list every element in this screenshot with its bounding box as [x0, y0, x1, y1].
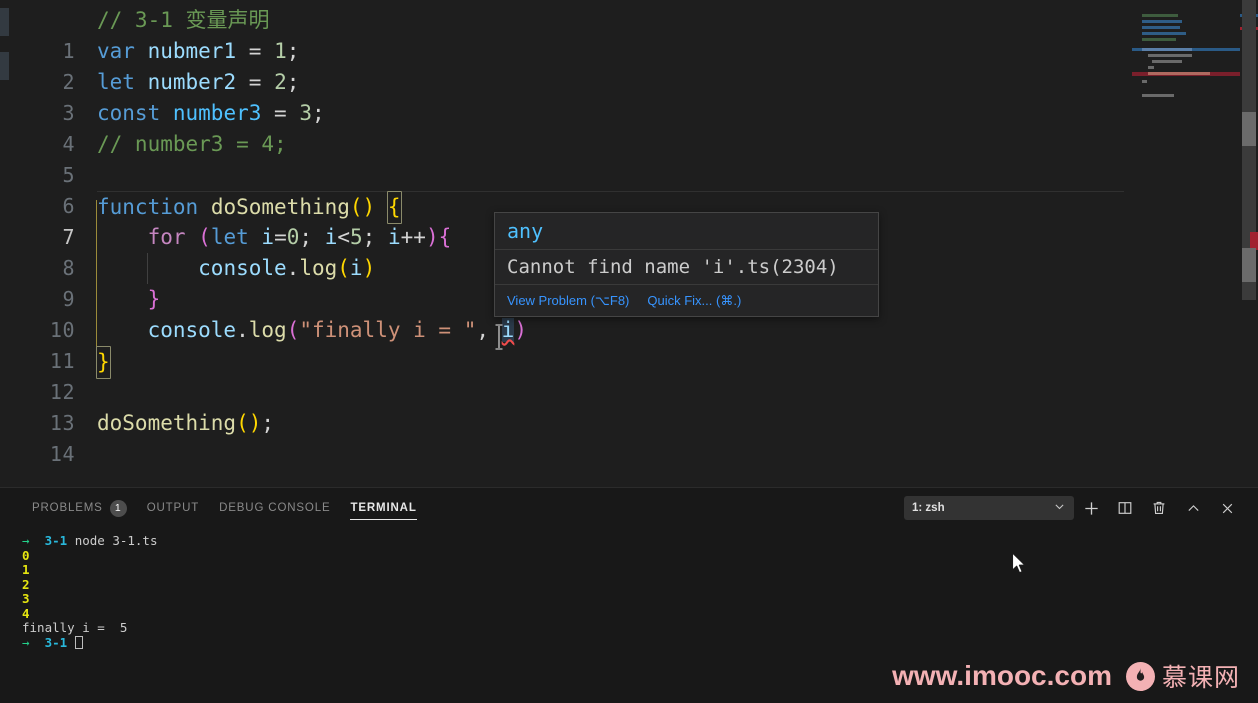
- hover-message-row: Cannot find name 'i'.ts(2304): [495, 249, 878, 284]
- tab-problems[interactable]: PROBLEMS 1: [22, 488, 137, 528]
- scrollbar-thumb-inner-2[interactable]: [1242, 248, 1256, 282]
- problems-count-badge: 1: [109, 499, 127, 517]
- minimap-row: [1142, 94, 1174, 97]
- tab-problems-label: PROBLEMS: [32, 502, 103, 514]
- hover-code-ref: ts(2304): [747, 256, 839, 278]
- activity-bar-nub-2: [0, 52, 9, 80]
- minimap-row: [1152, 60, 1182, 63]
- minimap-row: [1142, 48, 1192, 51]
- chevron-down-icon: [1053, 500, 1066, 516]
- maximize-panel-button[interactable]: [1176, 491, 1210, 525]
- activity-bar-edge: [0, 0, 9, 487]
- close-panel-button[interactable]: [1210, 491, 1244, 525]
- code-editor[interactable]: // ... 1 // 3-1 变量声明 2 var nubmer1 = 1; …: [9, 0, 1258, 487]
- prompt-dir: 3-1: [44, 533, 68, 548]
- terminal-output[interactable]: → 3-1 node 3-1.ts 0 1 2 3 4 finally i = …: [0, 528, 1258, 703]
- split-terminal-button[interactable]: [1108, 491, 1142, 525]
- minimap-row: [1142, 38, 1176, 41]
- hover-message: Cannot find name 'i'.: [507, 256, 748, 278]
- editor-line-4[interactable]: 4 const number3 = 3;: [9, 98, 1149, 156]
- panel-toolbar[interactable]: 1: zsh: [904, 488, 1244, 528]
- minimap-row: [1142, 32, 1186, 35]
- editor-line-3[interactable]: 3 let number2 = 2;: [9, 67, 1149, 125]
- trash-icon: [1151, 500, 1167, 516]
- editor-line-12[interactable]: 12 }: [9, 346, 1149, 404]
- tab-output-label: OUTPUT: [146, 502, 200, 514]
- line-content-3: let number2 = 2;: [97, 70, 300, 94]
- hover-tooltip[interactable]: any Cannot find name 'i'.ts(2304) View P…: [494, 212, 879, 317]
- bottom-panel[interactable]: PROBLEMS 1 OUTPUT DEBUG CONSOLE TERMINAL…: [0, 487, 1258, 703]
- terminal-cursor: [74, 635, 83, 649]
- minimap-row: [1142, 80, 1147, 83]
- editor-line-2[interactable]: 2 var nubmer1 = 1;: [9, 36, 1149, 94]
- minimap[interactable]: [1132, 0, 1240, 487]
- editor-line-5[interactable]: 5 // number3 = 4;: [9, 129, 1149, 187]
- line-content-2: var nubmer1 = 1;: [97, 39, 300, 63]
- minimap-row: [1142, 26, 1180, 29]
- scrollbar-thumb-inner[interactable]: [1242, 112, 1256, 146]
- prompt-dir: 3-1: [44, 634, 68, 650]
- hover-signature: any: [507, 219, 544, 243]
- terminal-command-line: → 3-1 node 3-1.ts: [22, 533, 1258, 549]
- line-content-7: function doSomething() {: [97, 191, 402, 224]
- editor-line-6[interactable]: 6: [9, 160, 1149, 218]
- line-content-8: for (let i=0; i<5; i++){: [147, 225, 452, 249]
- activity-bar-nub-1: [0, 8, 9, 36]
- hover-signature-row: any: [495, 213, 878, 249]
- terminal-out-line: 2: [22, 576, 30, 592]
- hover-actions[interactable]: View Problem (⌥F8) Quick Fix... (⌘.): [495, 284, 878, 316]
- view-problem-link[interactable]: View Problem (⌥F8): [507, 293, 629, 308]
- editor-line-13[interactable]: 13: [9, 377, 1149, 435]
- line-content-9: console.log(i): [198, 256, 376, 280]
- panel-tabs[interactable]: PROBLEMS 1 OUTPUT DEBUG CONSOLE TERMINAL: [22, 488, 427, 528]
- line-content-5: // number3 = 4;: [97, 132, 287, 156]
- terminal-out-line: 0: [22, 547, 30, 563]
- terminal-select[interactable]: 1: zsh: [904, 496, 1074, 520]
- line-content-4: const number3 = 3;: [97, 101, 325, 125]
- plus-icon: [1083, 500, 1100, 517]
- line-content-10: }: [147, 287, 161, 311]
- tab-terminal-label: TERMINAL: [350, 502, 417, 514]
- split-editor-icon: [1117, 500, 1133, 516]
- terminal-select-value: 1: zsh: [912, 502, 945, 514]
- line-content-12: }: [96, 346, 111, 379]
- minimap-row: [1148, 66, 1154, 69]
- terminal-out-line: 4: [22, 605, 30, 621]
- new-terminal-button[interactable]: [1074, 491, 1108, 525]
- tab-output[interactable]: OUTPUT: [137, 488, 209, 528]
- minimap-row: [1142, 20, 1182, 23]
- tab-debug-console[interactable]: DEBUG CONSOLE: [209, 488, 340, 528]
- terminal-final-line: finally i = 5: [22, 620, 128, 635]
- kill-terminal-button[interactable]: [1142, 491, 1176, 525]
- line-content-1: // 3-1 变量声明: [97, 8, 270, 32]
- minimap-row: [1142, 14, 1178, 17]
- line-content-11: console.log("finally i = ", i): [147, 318, 527, 342]
- line-number: 14: [49, 442, 75, 466]
- editor-line-1[interactable]: 1 // 3-1 变量声明: [9, 5, 1149, 63]
- minimap-row: [1148, 54, 1192, 57]
- mouse-cursor: [1011, 552, 1028, 580]
- text-ibeam-cursor: [493, 324, 505, 354]
- close-icon: [1220, 501, 1235, 516]
- terminal-out-line: 1: [22, 562, 30, 577]
- editor-line-11[interactable]: 11 console.log("finally i = ", i): [9, 315, 1149, 373]
- minimap-row: [1148, 72, 1210, 75]
- editor-line-14[interactable]: 14 doSomething();: [9, 408, 1149, 466]
- terminal-out-line: 3: [22, 591, 30, 606]
- tab-debug-console-label: DEBUG CONSOLE: [219, 502, 331, 514]
- terminal-command: node 3-1.ts: [74, 533, 158, 548]
- tab-terminal[interactable]: TERMINAL: [340, 488, 426, 528]
- terminal-prompt-line[interactable]: → 3-1: [22, 634, 1258, 651]
- chevron-up-icon: [1186, 501, 1201, 516]
- panel-header: PROBLEMS 1 OUTPUT DEBUG CONSOLE TERMINAL…: [0, 488, 1258, 528]
- prompt-arrow: →: [22, 533, 30, 548]
- editor-scrollbar[interactable]: [1240, 0, 1258, 487]
- prompt-arrow: →: [22, 634, 30, 650]
- line-content-14: doSomething();: [97, 411, 275, 435]
- quick-fix-link[interactable]: Quick Fix... (⌘.): [647, 293, 741, 308]
